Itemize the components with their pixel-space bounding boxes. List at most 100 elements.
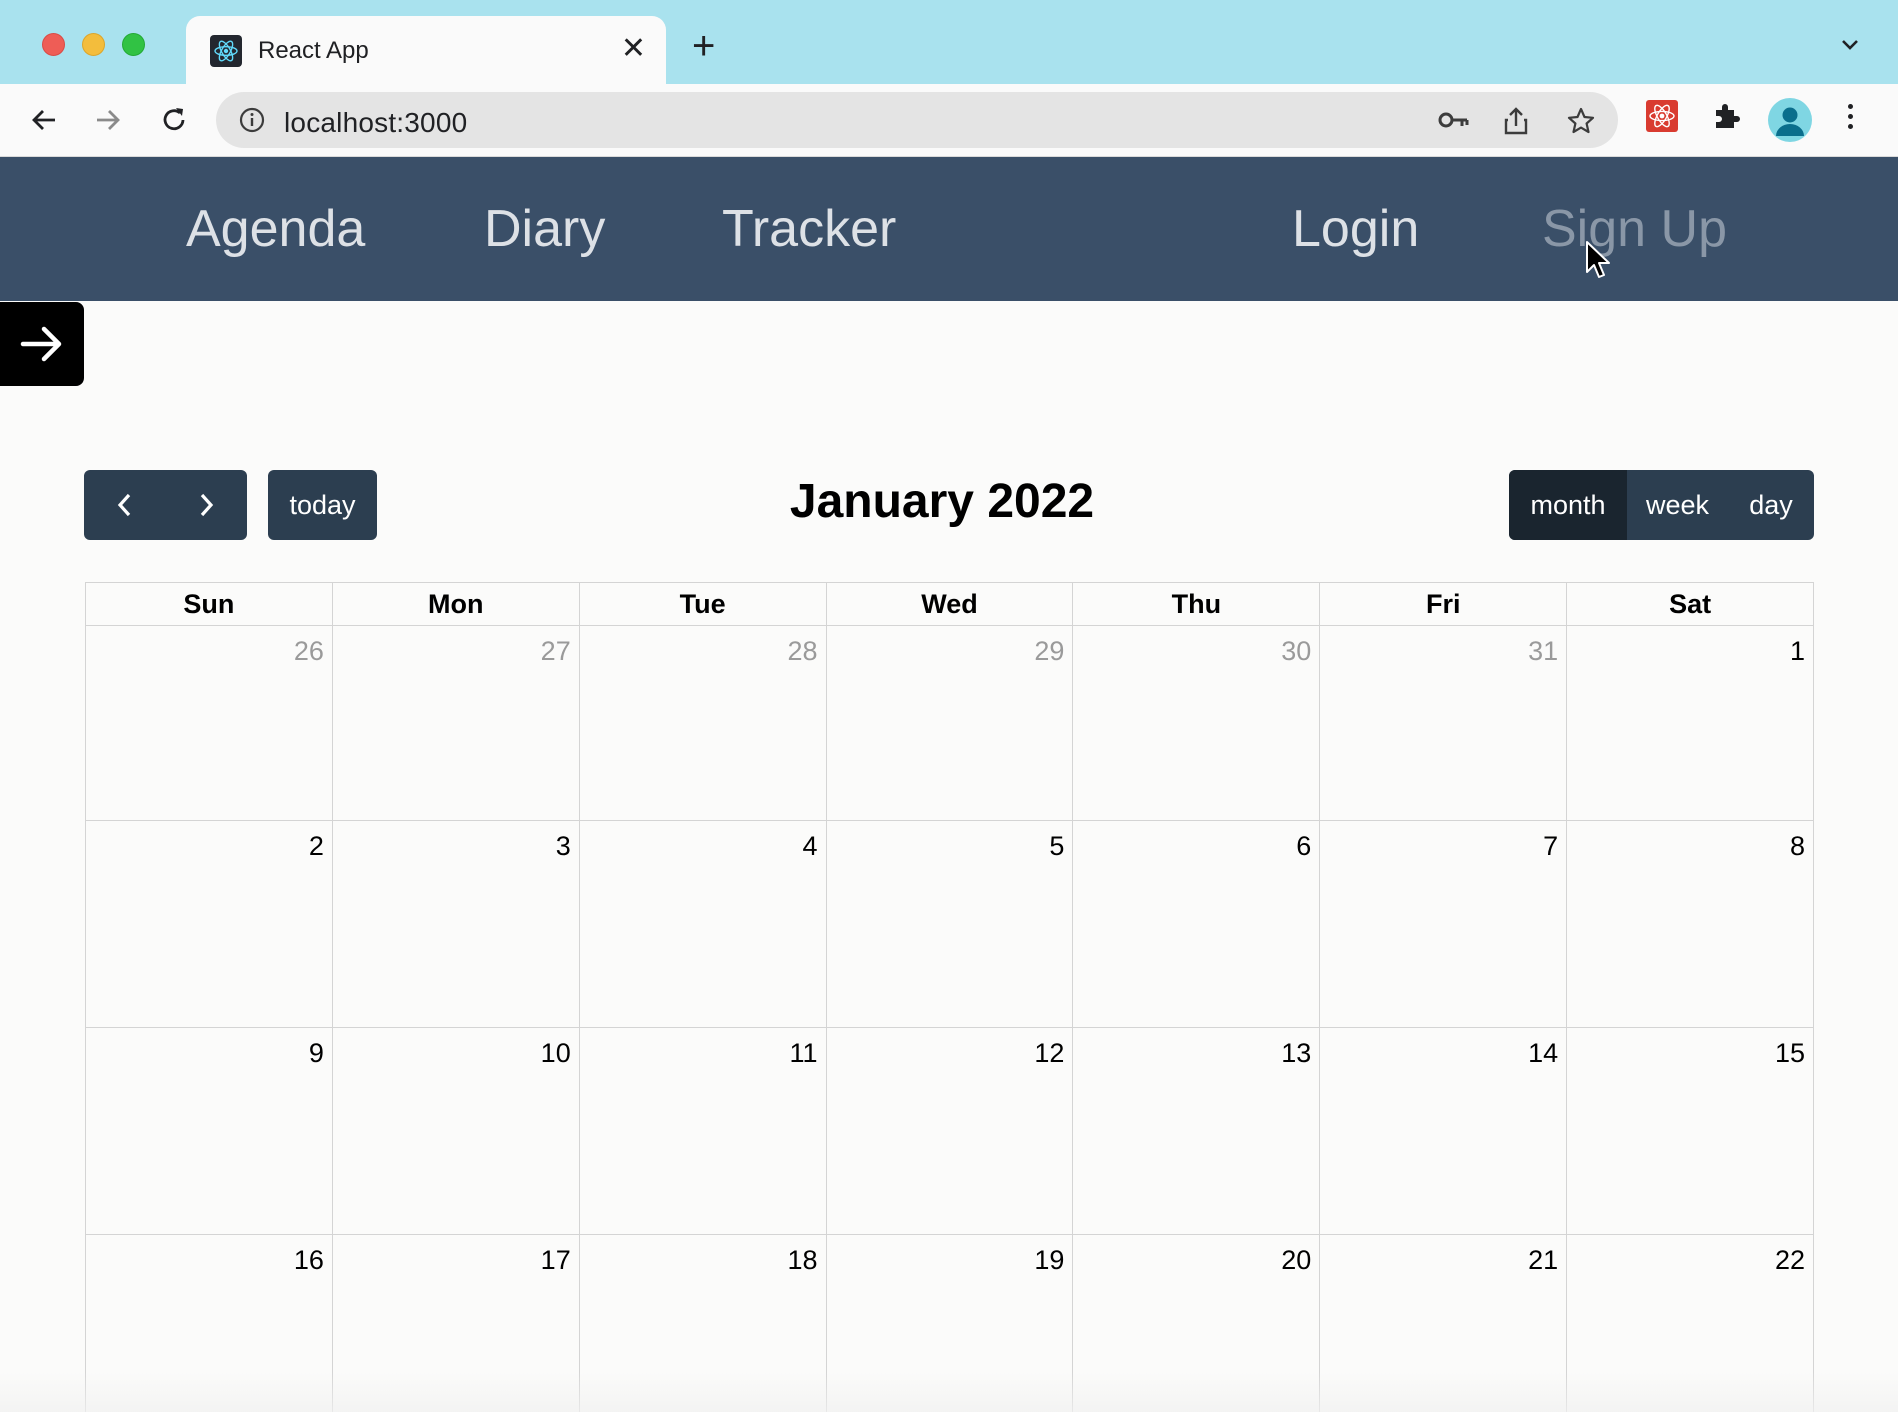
day-cell[interactable]: 6 bbox=[1073, 821, 1321, 1028]
tab-close-icon[interactable]: ✕ bbox=[621, 32, 646, 66]
day-cell[interactable]: 28 bbox=[579, 626, 827, 821]
day-number[interactable]: 9 bbox=[309, 1038, 324, 1069]
day-number[interactable]: 20 bbox=[1281, 1245, 1311, 1276]
day-cell[interactable]: 16 bbox=[86, 1235, 333, 1412]
day-number[interactable]: 31 bbox=[1528, 636, 1558, 667]
day-number[interactable]: 13 bbox=[1281, 1038, 1311, 1069]
reload-icon[interactable] bbox=[156, 102, 192, 138]
day-number[interactable]: 6 bbox=[1296, 831, 1311, 862]
view-month-button[interactable]: month bbox=[1509, 470, 1627, 540]
react-devtools-extension-icon[interactable] bbox=[1646, 100, 1678, 137]
view-week-button[interactable]: week bbox=[1627, 470, 1728, 540]
day-number[interactable]: 15 bbox=[1775, 1038, 1805, 1069]
weekday-header: Mon bbox=[332, 583, 580, 626]
today-button[interactable]: today bbox=[268, 470, 377, 540]
day-number[interactable]: 3 bbox=[556, 831, 571, 862]
day-cell[interactable]: 4 bbox=[579, 821, 827, 1028]
day-cell[interactable]: 1 bbox=[1567, 626, 1815, 821]
weekday-header: Sun bbox=[86, 583, 333, 626]
browser-menu-icon[interactable] bbox=[1848, 104, 1856, 134]
day-cell[interactable]: 20 bbox=[1073, 1235, 1321, 1412]
month-grid: Sun Mon Tue Wed Thu Fri Sat 26 27 28 29 … bbox=[85, 582, 1815, 1412]
day-number[interactable]: 11 bbox=[790, 1038, 818, 1069]
day-cell[interactable]: 11 bbox=[579, 1028, 827, 1235]
day-number[interactable]: 7 bbox=[1543, 831, 1558, 862]
day-number[interactable]: 2 bbox=[309, 831, 324, 862]
nav-link-tracker[interactable]: Tracker bbox=[722, 199, 896, 259]
react-logo-icon bbox=[210, 35, 242, 67]
day-cell[interactable]: 7 bbox=[1320, 821, 1568, 1028]
close-window-button[interactable] bbox=[42, 33, 65, 56]
day-number[interactable]: 21 bbox=[1528, 1245, 1558, 1276]
day-cell[interactable]: 14 bbox=[1320, 1028, 1568, 1235]
day-cell[interactable]: 27 bbox=[332, 626, 580, 821]
site-info-icon[interactable] bbox=[238, 106, 266, 139]
profile-avatar-icon[interactable] bbox=[1768, 98, 1812, 142]
nav-link-sign-up[interactable]: Sign Up bbox=[1542, 199, 1727, 259]
nav-link-agenda[interactable]: Agenda bbox=[186, 199, 365, 259]
day-cell[interactable]: 17 bbox=[333, 1235, 580, 1412]
day-number[interactable]: 28 bbox=[788, 636, 818, 667]
day-cell[interactable]: 26 bbox=[86, 626, 333, 821]
day-number[interactable]: 4 bbox=[803, 831, 818, 862]
day-number[interactable]: 22 bbox=[1775, 1245, 1805, 1276]
day-number[interactable]: 16 bbox=[294, 1245, 324, 1276]
day-cell[interactable]: 31 bbox=[1320, 626, 1568, 821]
new-tab-button[interactable]: + bbox=[692, 26, 715, 66]
day-cell[interactable]: 19 bbox=[827, 1235, 1074, 1412]
url-text[interactable]: localhost:3000 bbox=[284, 107, 467, 139]
password-key-icon[interactable] bbox=[1438, 106, 1470, 139]
chevron-right-icon bbox=[200, 493, 214, 517]
browser-tab-active[interactable]: React App ✕ bbox=[186, 16, 666, 84]
chevron-left-icon bbox=[117, 493, 130, 517]
share-icon[interactable] bbox=[1502, 106, 1530, 141]
day-number[interactable]: 17 bbox=[541, 1245, 571, 1276]
day-number[interactable]: 8 bbox=[1790, 831, 1805, 862]
day-number[interactable]: 14 bbox=[1528, 1038, 1558, 1069]
prev-month-button[interactable] bbox=[84, 470, 165, 540]
minimize-window-button[interactable] bbox=[82, 33, 105, 56]
day-number[interactable]: 27 bbox=[541, 636, 571, 667]
day-number[interactable]: 10 bbox=[541, 1038, 571, 1069]
day-cell[interactable]: 30 bbox=[1073, 626, 1321, 821]
sidebar-toggle-button[interactable] bbox=[0, 302, 84, 386]
week-row: 26 27 28 29 30 31 1 bbox=[86, 626, 1815, 821]
day-cell[interactable]: 9 bbox=[86, 1028, 333, 1235]
day-number[interactable]: 1 bbox=[1790, 636, 1805, 667]
day-cell[interactable]: 10 bbox=[332, 1028, 580, 1235]
next-month-button[interactable] bbox=[165, 470, 247, 540]
weekday-header-row: Sun Mon Tue Wed Thu Fri Sat bbox=[86, 583, 1815, 626]
view-day-button[interactable]: day bbox=[1728, 470, 1814, 540]
tab-search-chevron-icon[interactable] bbox=[1840, 38, 1860, 57]
day-cell[interactable]: 29 bbox=[826, 626, 1074, 821]
day-cell[interactable]: 3 bbox=[332, 821, 580, 1028]
week-row: 16 17 18 19 20 21 22 bbox=[86, 1235, 1815, 1412]
day-cell[interactable]: 13 bbox=[1073, 1028, 1321, 1235]
back-arrow-icon[interactable] bbox=[26, 102, 62, 138]
day-number[interactable]: 29 bbox=[1034, 636, 1064, 667]
day-cell[interactable]: 8 bbox=[1567, 821, 1815, 1028]
forward-arrow-icon[interactable] bbox=[90, 102, 126, 138]
day-number[interactable]: 30 bbox=[1281, 636, 1311, 667]
day-cell[interactable]: 22 bbox=[1567, 1235, 1815, 1412]
day-cell[interactable]: 15 bbox=[1567, 1028, 1815, 1235]
day-number[interactable]: 19 bbox=[1034, 1245, 1064, 1276]
view-switcher: month week day bbox=[1509, 470, 1814, 540]
day-cell[interactable]: 12 bbox=[826, 1028, 1074, 1235]
day-number[interactable]: 5 bbox=[1049, 831, 1064, 862]
maximize-window-button[interactable] bbox=[122, 33, 145, 56]
bookmark-star-icon[interactable] bbox=[1566, 106, 1596, 141]
day-cell[interactable]: 18 bbox=[580, 1235, 827, 1412]
day-number[interactable]: 18 bbox=[788, 1245, 818, 1276]
day-cell[interactable]: 21 bbox=[1320, 1235, 1568, 1412]
calendar-title: January 2022 bbox=[789, 475, 1095, 528]
nav-link-login[interactable]: Login bbox=[1292, 199, 1419, 259]
day-cell[interactable]: 2 bbox=[86, 821, 333, 1028]
nav-link-diary[interactable]: Diary bbox=[484, 199, 605, 259]
browser-toolbar: localhost:3000 bbox=[0, 84, 1898, 157]
extensions-puzzle-icon[interactable] bbox=[1710, 100, 1742, 137]
day-number[interactable]: 12 bbox=[1034, 1038, 1064, 1069]
address-bar[interactable]: localhost:3000 bbox=[216, 92, 1618, 148]
day-number[interactable]: 26 bbox=[294, 636, 324, 667]
day-cell[interactable]: 5 bbox=[826, 821, 1074, 1028]
